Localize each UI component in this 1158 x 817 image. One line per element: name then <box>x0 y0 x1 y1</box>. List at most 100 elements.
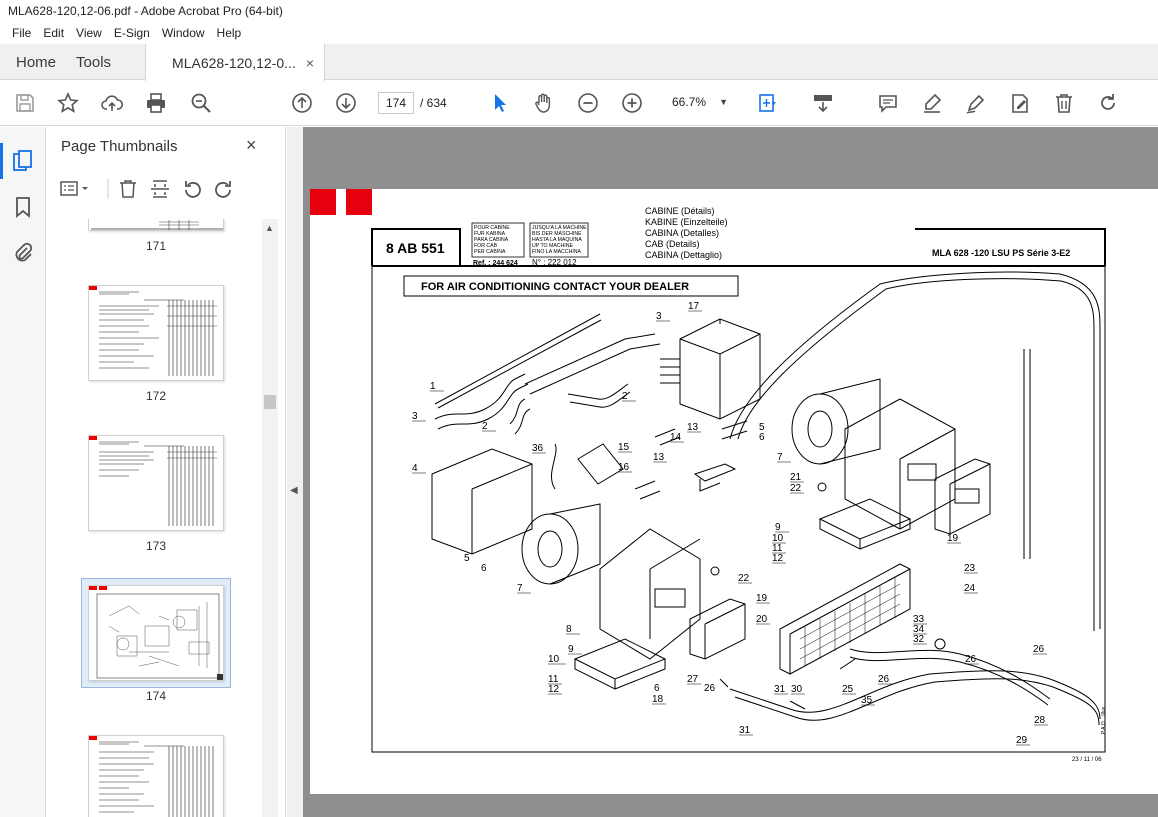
machine-ref: N° : 222 012 <box>532 258 577 267</box>
collapse-arrow-icon: ◀ <box>290 485 298 496</box>
zoom-level-select[interactable]: 66.7% ▼ <box>664 92 734 114</box>
menu-view[interactable]: View <box>70 26 108 40</box>
callout-2b: 2 <box>482 421 488 432</box>
options-menu-icon[interactable] <box>60 181 88 196</box>
menu-window[interactable]: Window <box>156 26 211 40</box>
callout-22a: 22 <box>790 483 802 494</box>
callout-26c: 26 <box>965 654 977 665</box>
callout-3b: 3 <box>412 411 418 422</box>
rotate-icon[interactable] <box>1096 91 1120 115</box>
callout-36: 36 <box>532 443 544 454</box>
thumbnails-panel: Page Thumbnails × 171 172 173 174 ▲ <box>46 127 286 817</box>
thumbnail-label-172: 172 <box>145 389 167 403</box>
callout-5b: 5 <box>464 553 470 564</box>
callout-28: 28 <box>1034 715 1046 726</box>
callout-14: 14 <box>670 432 682 443</box>
callout-26b: 26 <box>878 674 890 685</box>
next-page-icon[interactable] <box>334 91 358 115</box>
zoom-search-icon[interactable] <box>189 91 213 115</box>
extract-pages-icon[interactable] <box>151 180 169 198</box>
page-number-input[interactable]: 174 <box>378 92 414 114</box>
menu-help[interactable]: Help <box>211 26 248 40</box>
parts-diagram: 8 AB 551 POUR CABINE FUR KABINA PARA CAB… <box>310 189 1107 763</box>
callout-22b: 22 <box>738 573 750 584</box>
thumbnail-page-175[interactable] <box>88 735 224 817</box>
menu-esign[interactable]: E-Sign <box>108 26 156 40</box>
fit-page-icon[interactable] <box>755 91 779 115</box>
tab-home[interactable]: Home <box>0 44 72 80</box>
callout-21: 21 <box>790 472 802 483</box>
tab-row: Home Tools MLA628-120,12-0... × <box>0 44 1158 81</box>
scrollbar-thumb[interactable] <box>264 395 276 409</box>
tab-close-icon[interactable]: × <box>306 55 314 71</box>
callout-7a: 7 <box>777 452 783 463</box>
model-name: MLA 628 -120 LSU PS Série 3-E2 <box>932 248 1070 258</box>
title-es: CABINA (Detalles) <box>645 228 719 238</box>
thumbnail-page-171[interactable] <box>88 219 224 231</box>
thumbnail-page-172[interactable] <box>88 285 224 381</box>
zoom-out-icon[interactable] <box>576 91 600 115</box>
callout-6b: 6 <box>481 563 487 574</box>
thumbnail-page-174[interactable] <box>88 585 224 681</box>
acrobat-window: MLA628-120,12-06.pdf - Adobe Acrobat Pro… <box>0 0 1158 817</box>
callout-20: 20 <box>756 614 768 625</box>
title-en: CAB (Details) <box>645 239 700 249</box>
attachment-icon[interactable] <box>11 241 35 265</box>
upload-cloud-icon[interactable] <box>100 91 124 115</box>
callout-30: 30 <box>791 684 803 695</box>
menu-bar: File Edit View E-Sign Window Help <box>0 22 1158 44</box>
red-marker-right <box>346 189 372 215</box>
previous-page-icon[interactable] <box>290 91 314 115</box>
chevron-down-icon: ▼ <box>719 97 728 107</box>
print-icon[interactable] <box>144 91 168 115</box>
edit-pdf-icon[interactable] <box>1008 91 1032 115</box>
thumbnails-scrollbar[interactable]: ▲ <box>262 219 278 817</box>
sign-pen-icon[interactable] <box>964 91 988 115</box>
thumbnail-label-171: 171 <box>145 239 167 253</box>
title-de: KABINE (Einzelteile) <box>645 217 728 227</box>
rotate-right-icon[interactable] <box>215 181 231 198</box>
scroll-mode-icon[interactable] <box>811 91 835 115</box>
callout-7b: 7 <box>517 583 523 594</box>
thumbnail-page-173[interactable] <box>88 435 224 531</box>
callout-1: 1 <box>430 381 436 392</box>
callout-24: 24 <box>964 583 976 594</box>
callout-35: 35 <box>861 695 873 706</box>
bookmark-icon[interactable] <box>11 195 35 219</box>
tab-tools[interactable]: Tools <box>72 44 127 80</box>
delete-trash-icon[interactable] <box>1052 91 1076 115</box>
thumbnail-label-173: 173 <box>145 539 167 553</box>
panel-collapse-handle[interactable]: ◀ <box>287 127 303 817</box>
close-icon[interactable]: × <box>246 135 257 156</box>
callout-2a: 2 <box>622 391 628 402</box>
page-thumbnails-icon[interactable] <box>0 143 35 179</box>
callout-27: 27 <box>687 674 699 685</box>
rotate-left-icon[interactable] <box>185 181 201 198</box>
callout-18: 18 <box>652 694 664 705</box>
select-cursor-icon[interactable] <box>488 91 512 115</box>
tab-document[interactable]: MLA628-120,12-0... × <box>145 44 326 81</box>
callout-19a: 19 <box>947 533 959 544</box>
thumbnail-label-174: 174 <box>145 689 167 703</box>
menu-edit[interactable]: Edit <box>37 26 70 40</box>
menu-file[interactable]: File <box>6 26 37 40</box>
callout-15: 15 <box>618 442 630 453</box>
hand-tool-icon[interactable] <box>532 91 556 115</box>
delete-page-icon[interactable] <box>120 180 136 198</box>
title-fr: CABINE (Détails) <box>645 206 715 216</box>
highlight-pen-icon[interactable] <box>920 91 944 115</box>
star-icon[interactable] <box>56 91 80 115</box>
save-icon[interactable] <box>13 91 37 115</box>
document-view[interactable]: 8 AB 551 POUR CABINE FUR KABINA PARA CAB… <box>303 127 1158 817</box>
zoom-in-icon[interactable] <box>620 91 644 115</box>
callout-16: 16 <box>618 462 630 473</box>
comment-icon[interactable] <box>876 91 900 115</box>
page-date: 23 / 11 / 06 <box>1072 757 1102 763</box>
callout-31b: 31 <box>739 725 751 736</box>
page-total: / 634 <box>420 96 447 110</box>
scroll-up-icon[interactable]: ▲ <box>265 223 274 233</box>
callout-17: 17 <box>688 301 700 312</box>
callout-19b: 19 <box>756 593 768 604</box>
callout-12a: 12 <box>772 553 784 564</box>
zoom-level-value: 66.7% <box>672 95 707 109</box>
